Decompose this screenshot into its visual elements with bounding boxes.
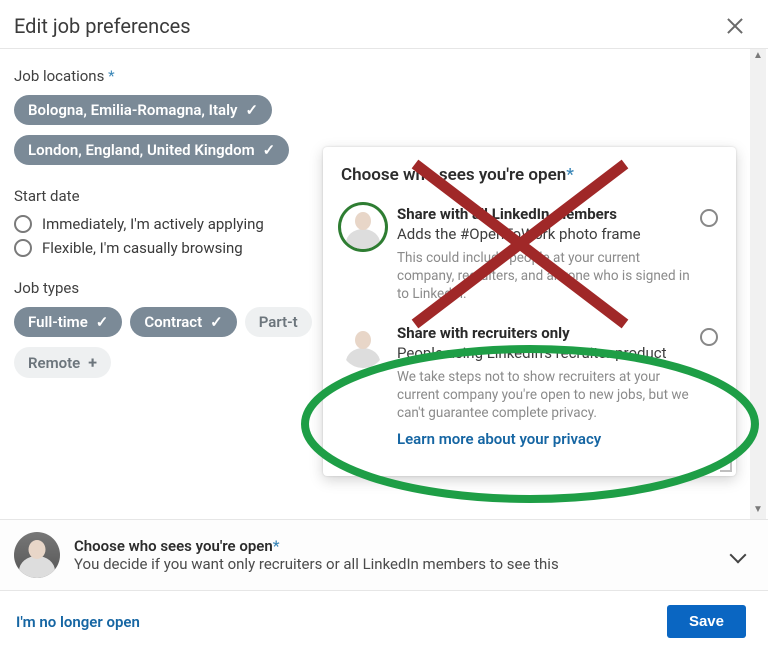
avatar-icon xyxy=(341,324,385,368)
close-icon[interactable] xyxy=(724,15,746,37)
location-pill[interactable]: Bologna, Emilia-Romagna, Italy ✓ xyxy=(14,95,272,125)
required-asterisk: * xyxy=(566,165,574,185)
radio-label: Flexible, I'm casually browsing xyxy=(42,239,243,257)
radio-label: Immediately, I'm actively applying xyxy=(42,215,264,233)
save-button[interactable]: Save xyxy=(667,605,746,638)
option-desc: We take steps not to show recruiters at … xyxy=(397,368,690,423)
dialog-title: Edit job preferences xyxy=(14,14,191,38)
option-text: Share with recruiters only People using … xyxy=(397,324,718,449)
pill-label: Remote xyxy=(28,354,80,372)
location-pill[interactable]: London, England, United Kingdom ✓ xyxy=(14,135,289,165)
job-type-pill[interactable]: Part-t xyxy=(245,307,312,337)
visibility-option-recruiters[interactable]: Share with recruiters only People using … xyxy=(341,324,718,449)
locations-label-text: Job locations xyxy=(14,67,104,85)
dialog-footer: I'm no longer open Save xyxy=(0,591,768,652)
plus-icon: + xyxy=(88,353,97,372)
chevron-down-icon[interactable] xyxy=(730,547,746,563)
summary-text: Choose who sees you're open* You decide … xyxy=(74,537,716,573)
dialog-header: Edit job preferences xyxy=(0,0,768,49)
job-type-pill[interactable]: Contract ✓ xyxy=(130,307,236,337)
pill-label: Full-time xyxy=(28,313,88,331)
pill-label: Contract xyxy=(144,313,202,331)
radio-icon[interactable] xyxy=(700,328,718,346)
popover-title-text: Choose who sees you're open xyxy=(341,165,566,185)
pill-label: Bologna, Emilia-Romagna, Italy xyxy=(28,101,237,119)
option-sub: Adds the #OpenToWork photo frame xyxy=(397,225,690,243)
scroll-down-icon[interactable]: ▼ xyxy=(750,503,766,519)
no-longer-open-link[interactable]: I'm no longer open xyxy=(16,613,140,631)
summary-title-text: Choose who sees you're open xyxy=(74,537,273,555)
radio-icon xyxy=(14,215,32,233)
check-icon: ✓ xyxy=(263,141,276,159)
avatar-icon xyxy=(14,532,60,578)
scrollbar[interactable]: ▲ ▼ xyxy=(750,49,766,519)
option-desc: This could include people at your curren… xyxy=(397,249,690,304)
visibility-option-all[interactable]: Share with all LinkedIn members Adds the… xyxy=(341,205,718,304)
radio-icon xyxy=(14,239,32,257)
option-text: Share with all LinkedIn members Adds the… xyxy=(397,205,718,304)
job-type-pill[interactable]: Full-time ✓ xyxy=(14,307,122,337)
check-icon: ✓ xyxy=(210,313,223,331)
pill-label: London, England, United Kingdom xyxy=(28,141,255,159)
required-asterisk: * xyxy=(273,537,280,555)
pill-label: Part-t xyxy=(259,313,298,331)
scroll-up-icon[interactable]: ▲ xyxy=(750,49,766,65)
job-type-pill-add[interactable]: Remote + xyxy=(14,347,111,378)
visibility-summary-row[interactable]: Choose who sees you're open* You decide … xyxy=(0,519,768,591)
dialog-content: Job locations * Bologna, Emilia-Romagna,… xyxy=(0,49,768,519)
visibility-popover: Choose who sees you're open* Share with … xyxy=(323,147,736,476)
popover-title: Choose who sees you're open* xyxy=(341,165,718,185)
option-heading: Share with recruiters only xyxy=(397,324,690,342)
required-asterisk: * xyxy=(108,67,114,85)
check-icon: ✓ xyxy=(96,313,109,331)
locations-pill-row: Bologna, Emilia-Romagna, Italy ✓ xyxy=(14,95,748,125)
resize-corner-icon xyxy=(720,460,732,472)
option-sub: People using LinkedIn's recruiter produc… xyxy=(397,344,690,362)
check-icon: ✓ xyxy=(245,101,258,119)
radio-icon[interactable] xyxy=(700,209,718,227)
summary-desc: You decide if you want only recruiters o… xyxy=(74,555,716,573)
summary-title: Choose who sees you're open* xyxy=(74,537,716,555)
option-heading: Share with all LinkedIn members xyxy=(397,205,690,223)
avatar-open-to-work-icon xyxy=(341,205,385,249)
locations-label: Job locations * xyxy=(14,67,748,85)
privacy-link[interactable]: Learn more about your privacy xyxy=(397,430,601,448)
